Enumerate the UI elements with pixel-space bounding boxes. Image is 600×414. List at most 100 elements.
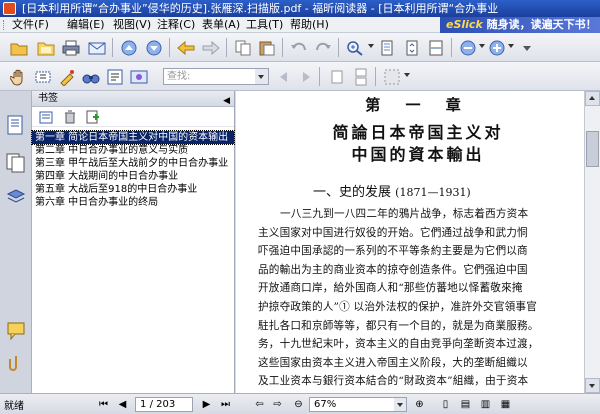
title-bar: [日本利用所谓“合办事业”侵华的历史].张雁深.扫描版.pdf - 福昕阅读器 … [0, 0, 600, 17]
chevron-down-icon[interactable] [404, 73, 410, 77]
previous-page-icon[interactable] [118, 37, 140, 58]
rotate-icon[interactable] [326, 66, 348, 87]
single-page-view-icon[interactable]: ▯ [438, 397, 453, 412]
menu-file[interactable]: 文件(F) [12, 17, 49, 33]
redo-icon[interactable] [312, 37, 334, 58]
zoom-plus-icon[interactable] [486, 37, 508, 58]
bookmark-item[interactable]: 第四章 大战期间的中日合办事业 [32, 170, 234, 183]
expand-bookmarks-icon[interactable] [38, 109, 54, 128]
zoom-select[interactable]: 67% [309, 397, 407, 412]
bookmarks-toolbar [32, 107, 234, 127]
snapshot-icon[interactable] [56, 66, 78, 87]
add-bookmark-icon[interactable] [84, 109, 100, 128]
delete-bookmark-icon[interactable] [62, 109, 78, 128]
grid-view-icon[interactable] [381, 66, 403, 87]
find-text-icon[interactable] [104, 66, 126, 87]
scroll-down-icon[interactable] [585, 378, 600, 393]
open-folder-icon[interactable] [8, 37, 30, 58]
continuous-view-icon[interactable]: ▤ [458, 397, 473, 412]
main-toolbar [0, 33, 600, 62]
single-page-icon[interactable] [376, 37, 398, 58]
pages-tab-icon[interactable] [6, 153, 26, 173]
text-line: 吓强迫中国承認的一系列的不平等条約主要是为它們以商 [258, 245, 528, 258]
page-number-field[interactable]: 1 / 203 [135, 397, 193, 412]
zoom-out-status-icon[interactable]: ⊖ [291, 397, 306, 412]
toolbar-options-icon[interactable] [516, 37, 538, 58]
bookmark-item[interactable]: 第五章 大战后至918的中日合办事业 [32, 183, 234, 196]
undo-icon[interactable] [288, 37, 310, 58]
bookmarks-tab-icon[interactable] [6, 115, 26, 135]
hand-tool-icon[interactable] [8, 66, 30, 87]
menu-form[interactable]: 表单(A) [202, 17, 240, 33]
find-input[interactable]: 查找: [163, 68, 269, 85]
go-back-icon[interactable] [175, 37, 197, 58]
select-text-icon[interactable] [32, 66, 54, 87]
scroll-up-icon[interactable] [585, 91, 600, 106]
bookmark-item[interactable]: 第六章 中日合办事业的终局 [32, 196, 234, 209]
bookmarks-panel-header: 书签 ◀ [32, 91, 234, 107]
document-view[interactable]: 第 一 章 简論日本帝国主义对 中国的資本輸出 一、史的发展 (1871—193… [236, 91, 600, 393]
fit-page-icon[interactable] [401, 37, 423, 58]
comments-tab-icon[interactable] [6, 321, 26, 341]
chapter-heading: 第 一 章 [365, 96, 471, 114]
find-previous-icon[interactable] [273, 66, 295, 87]
brand-slogan: 随身读，读遍天下书！ [486, 18, 597, 31]
zoom-value: 67% [314, 399, 337, 410]
eslick-banner[interactable]: eSlick 随身读，读遍天下书！ [440, 17, 600, 33]
chevron-down-icon[interactable] [508, 44, 514, 48]
chevron-down-icon[interactable] [368, 44, 374, 48]
chapter-title-line1: 简論日本帝国主义对 [332, 123, 504, 142]
tools-toolbar: 查找: [0, 62, 600, 91]
status-text: 就绪 [4, 401, 24, 412]
bookmark-item[interactable]: 第三章 甲午战后至大战前夕的中日合办事业 [32, 157, 234, 170]
last-page-icon[interactable]: ⏭ [218, 397, 233, 412]
menu-tools[interactable]: 工具(T) [246, 17, 283, 33]
chevron-down-icon[interactable] [394, 398, 406, 411]
toolbar-separator [319, 67, 320, 86]
page-total: 203 [156, 399, 176, 410]
continuous-page-icon[interactable] [350, 66, 372, 87]
open-file-icon[interactable] [35, 37, 57, 58]
attachments-tab-icon[interactable] [6, 353, 26, 373]
chevron-down-icon[interactable] [479, 44, 485, 48]
search-binoculars-icon[interactable] [80, 66, 102, 87]
next-page-icon[interactable] [143, 37, 165, 58]
zoom-in-status-icon[interactable]: ⊕ [412, 397, 427, 412]
bookmark-item[interactable]: 第二章 中日合办事业的意义与实质 [32, 144, 234, 157]
bookmarks-list: 第一章 简论日本帝国主义对中国的资本输出 第二章 中日合办事业的意义与实质 第三… [31, 127, 235, 209]
menu-view[interactable]: 视图(V) [113, 17, 151, 33]
continuous-facing-view-icon[interactable]: ▦ [498, 397, 513, 412]
first-page-icon[interactable]: ⏮ [96, 397, 111, 412]
layers-tab-icon[interactable] [6, 187, 26, 207]
go-forward-icon[interactable] [200, 37, 222, 58]
menu-edit[interactable]: 编辑(E) [67, 17, 105, 33]
menu-comment[interactable]: 注释(C) [157, 17, 195, 33]
toolbar-separator [282, 38, 283, 57]
fit-width-icon[interactable] [425, 37, 447, 58]
bookmark-item[interactable]: 第一章 简论日本帝国主义对中国的资本输出 [31, 130, 235, 145]
vertical-scrollbar[interactable] [584, 91, 600, 393]
find-input-placeholder: 查找: [167, 71, 191, 82]
find-next-icon[interactable] [295, 66, 317, 87]
text-line: 这些国家由资本主义进入帝国主义阶段，大的垄断組織以 [258, 356, 528, 369]
chevron-down-icon[interactable] [255, 69, 268, 84]
copy-icon[interactable] [232, 37, 254, 58]
facing-view-icon[interactable]: ▥ [478, 397, 493, 412]
paste-icon[interactable] [256, 37, 278, 58]
toolbar-separator [375, 67, 376, 86]
toolbar-separator [338, 38, 339, 57]
zoom-in-icon[interactable] [344, 37, 366, 58]
zoom-out-icon[interactable] [457, 37, 479, 58]
back-icon[interactable]: ⇦ [252, 397, 267, 412]
forward-icon[interactable]: ⇨ [270, 397, 285, 412]
email-icon[interactable] [86, 37, 108, 58]
scroll-thumb[interactable] [586, 131, 599, 167]
next-page-status-icon[interactable]: ▶ [199, 397, 214, 412]
menu-help[interactable]: 帮助(H) [290, 17, 329, 33]
body-text: 一八三九到一八四二年的鴉片战争，标志着西方资本 主义国家对中国进行奴役的开始。它… [258, 205, 578, 391]
prev-page-icon[interactable]: ◀ [115, 397, 130, 412]
image-tool-icon[interactable] [128, 66, 150, 87]
toolbar-separator [451, 38, 452, 57]
text-line: 务，十九世紀末叶，资本主义的自由竞爭向垄断资本过渡， [258, 338, 539, 351]
print-icon[interactable] [60, 37, 82, 58]
